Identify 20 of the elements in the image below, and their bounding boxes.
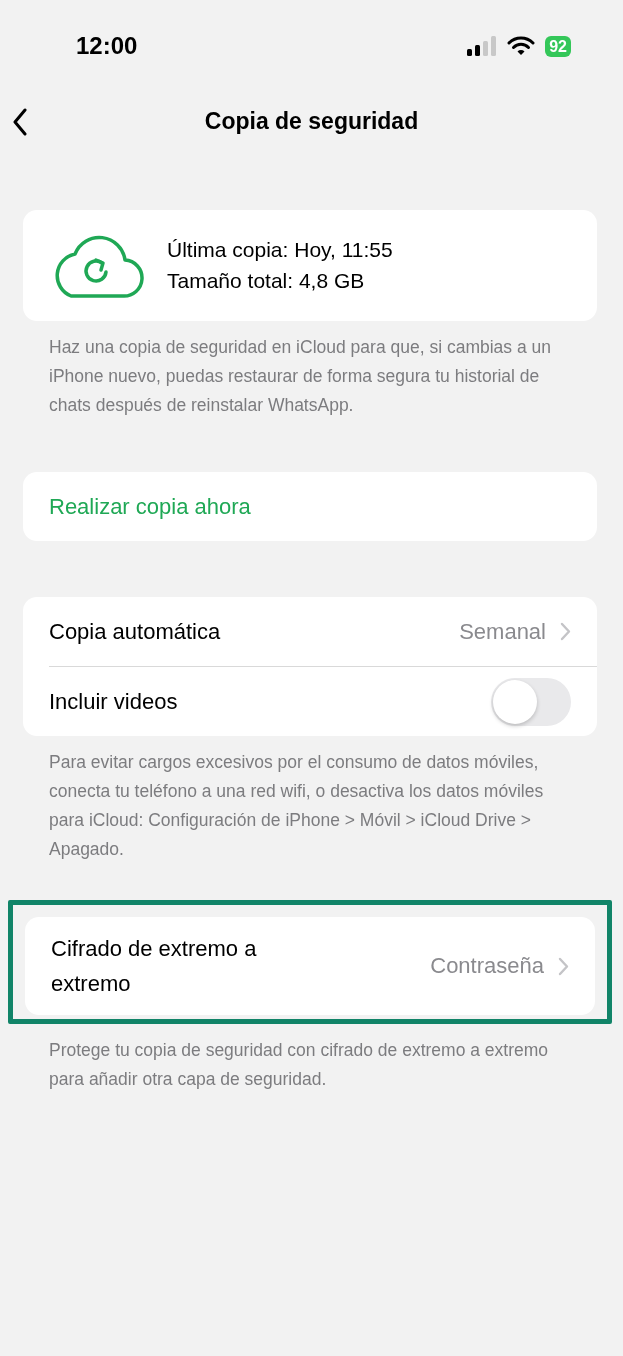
setting-value[interactable]: Semanal [459,618,546,645]
setting-label: Copia automática [49,618,221,646]
backup-now-button[interactable]: Realizar copia ahora [23,472,597,541]
setting-value: Contraseña [430,953,544,979]
wifi-icon [507,36,536,56]
setting-label: Cifrado de extremo a extremo [51,935,258,998]
chevron-right-icon [560,622,571,641]
section-footer-text: Haz una copia de seguridad en iCloud para que, si cambias a un iPhone nuevo, puedas restaurar de forma segura tu historial de chats después de reinstalar WhatsApp. [49,336,552,417]
section-footer-text: Para evitar cargos excesivos por el consumo de datos móviles, conecta tu teléfono a una red wifi, o desactiva los datos móviles para iCloud: Configuración de iPhone > Móvil > iCloud Drive > Apagado. [49,751,545,861]
encryption-row[interactable]: Cifrado de extremo a extremo Contraseña [25,917,595,1015]
backup-info-text: Tamaño total: 4,8 GB [167,269,366,293]
signal-icon [467,36,498,56]
toggle-switch[interactable] [491,677,571,726]
setting-label: Incluir videos [49,688,178,716]
chevron-right-icon [558,956,569,976]
section-footer-text: Protege tu copia de seguridad con cifrado de extremo a extremo para añadir otra capa de seguridad. [49,1039,550,1091]
battery-level: 92 [545,35,571,57]
backup-info-text: Última copia: Hoy, 11:55 [167,238,393,262]
screen-title: Copia de seguridad [204,107,419,135]
status-time: 12:00 [76,32,138,60]
